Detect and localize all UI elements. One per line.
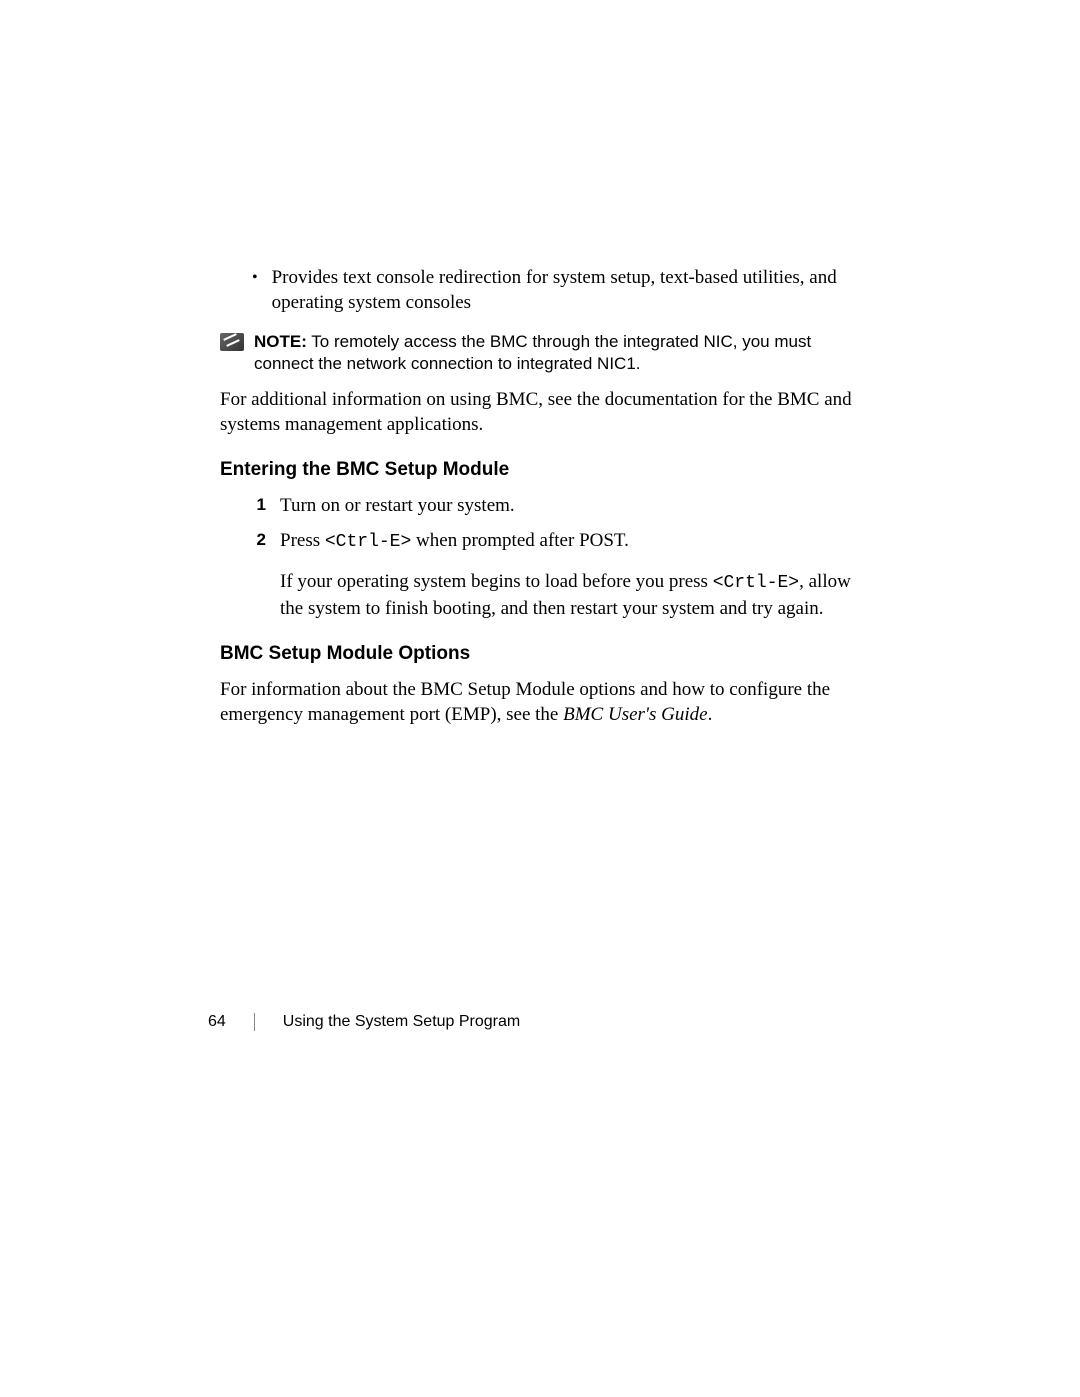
footer-page-number: 64 <box>208 1013 226 1031</box>
bullet-marker: • <box>252 266 258 290</box>
step-1: 1 Turn on or restart your system. <box>252 493 860 518</box>
step-number: 2 <box>252 528 266 552</box>
step-prefix: Press <box>280 530 325 551</box>
footer-section-title: Using the System Setup Program <box>283 1013 520 1031</box>
bullet-item: • Provides text console redirection for … <box>252 265 860 315</box>
step-suffix: when prompted after POST. <box>411 530 629 551</box>
page-footer: 64 Using the System Setup Program <box>208 1013 520 1031</box>
step-2: 2 Press <Ctrl-E> when prompted after POS… <box>252 528 860 555</box>
step-code: <Ctrl-E> <box>325 532 411 552</box>
heading-entering-bmc: Entering the BMC Setup Module <box>220 459 860 481</box>
note-content: NOTE: To remotely access the BMC through… <box>254 331 860 375</box>
step-text: Press <Ctrl-E> when prompted after POST. <box>280 528 629 555</box>
para2-prefix: For information about the BMC Setup Modu… <box>220 679 830 725</box>
note-block: NOTE: To remotely access the BMC through… <box>220 331 860 375</box>
note-icon <box>220 333 244 351</box>
para2-suffix: . <box>708 704 713 725</box>
numbered-list: 1 Turn on or restart your system. 2 Pres… <box>252 493 860 555</box>
step-note-code: <Crtl-E> <box>713 573 799 593</box>
body-para-1: For additional information on using BMC,… <box>220 387 860 437</box>
step-note: If your operating system begins to load … <box>280 569 860 621</box>
heading-bmc-options: BMC Setup Module Options <box>220 643 860 665</box>
step-text: Turn on or restart your system. <box>280 493 515 518</box>
note-label: NOTE: <box>254 332 307 351</box>
note-text-bold: integrated NIC <box>623 332 733 351</box>
step-number: 1 <box>252 493 266 517</box>
bullet-list: • Provides text console redirection for … <box>252 265 860 315</box>
footer-separator <box>254 1013 255 1031</box>
para2-italic: BMC User's Guide <box>563 704 707 725</box>
note-text-before: To remotely access the BMC through the <box>307 332 623 351</box>
page-content: • Provides text console redirection for … <box>220 265 860 745</box>
step-note-prefix: If your operating system begins to load … <box>280 571 713 592</box>
bullet-text: Provides text console redirection for sy… <box>272 265 860 315</box>
body-para-2: For information about the BMC Setup Modu… <box>220 677 860 727</box>
